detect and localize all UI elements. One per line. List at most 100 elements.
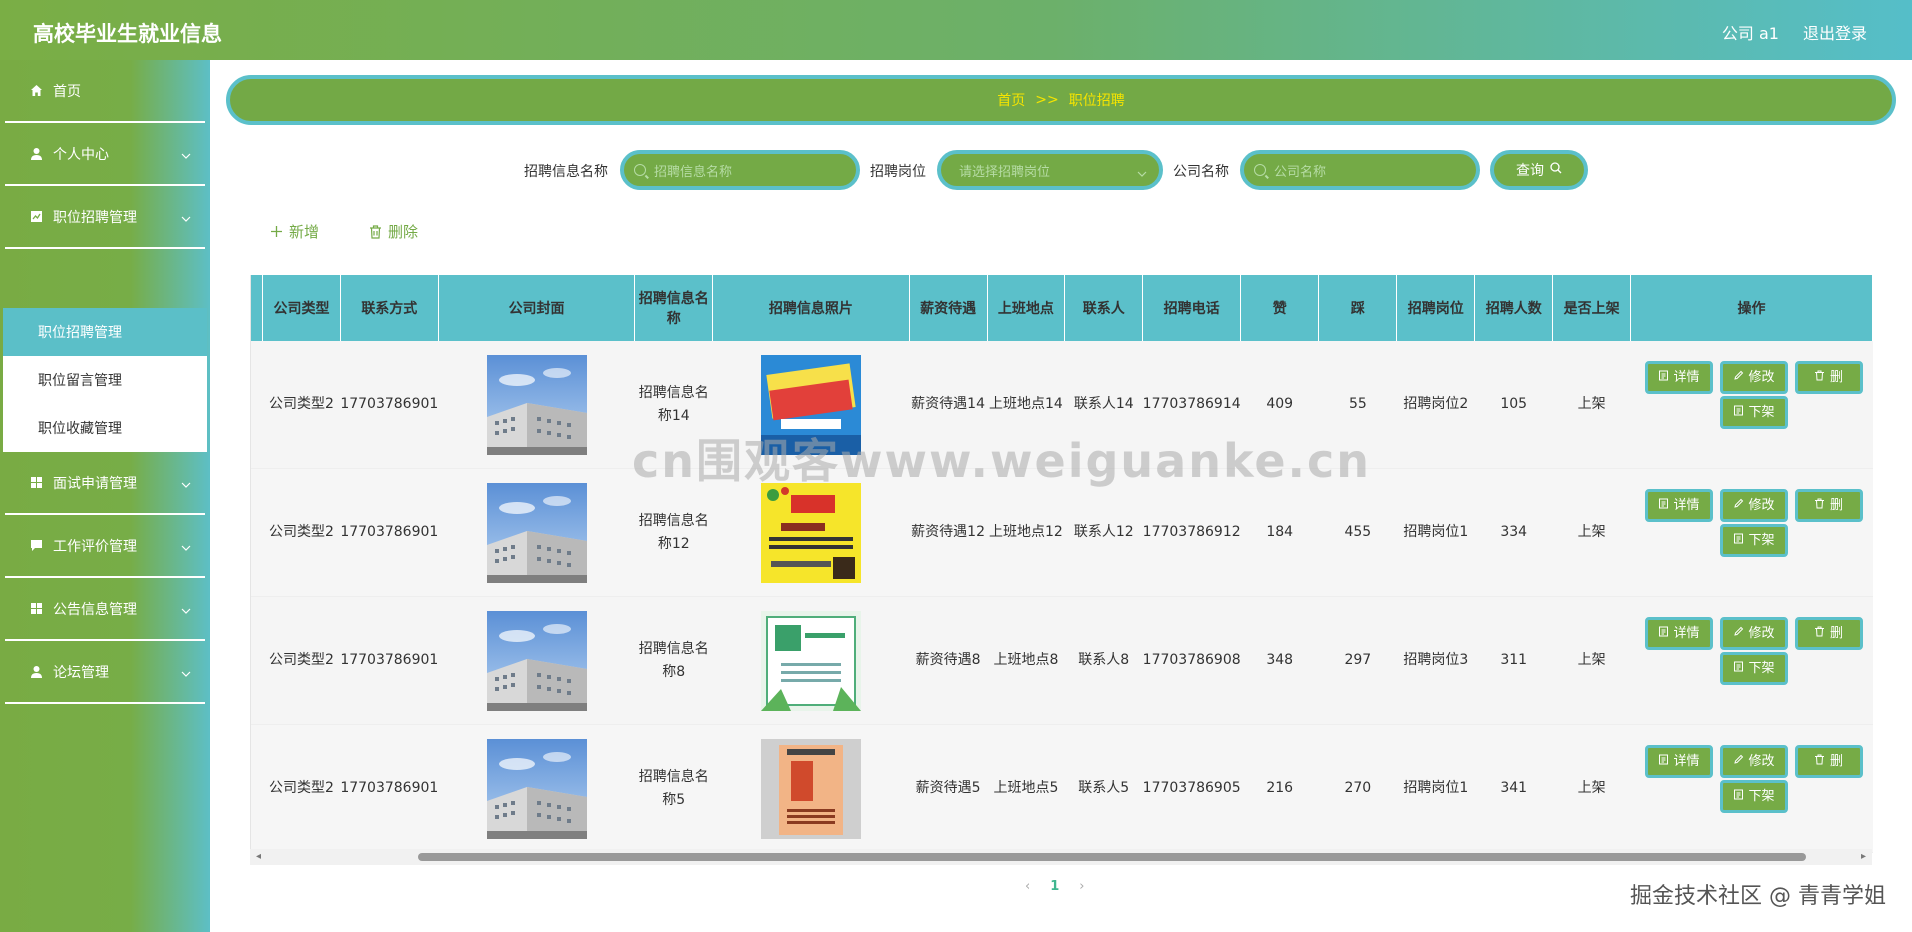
- company-name-input[interactable]: 公司名称: [1240, 150, 1480, 190]
- edit-button[interactable]: 修改: [1719, 745, 1788, 778]
- submenu-item-job-favorite[interactable]: 职位收藏管理: [3, 404, 207, 452]
- next-page-icon[interactable]: ›: [1079, 879, 1084, 894]
- chevron-down-icon: [181, 665, 191, 681]
- query-button[interactable]: 查询: [1490, 150, 1588, 190]
- data-table-container: 公司类型 联系方式 公司封面 招聘信息名称 招聘信息照片 薪资待遇 上班地点 联…: [250, 275, 1873, 865]
- sidebar-item-evaluation[interactable]: 工作评价管理: [5, 515, 205, 578]
- trash-icon: [369, 224, 382, 239]
- offshelf-button[interactable]: 下架: [1719, 524, 1788, 557]
- doc-icon: [1658, 750, 1669, 773]
- header-cell: 联系方式: [340, 275, 439, 341]
- cell-contact: 17703786901: [340, 724, 439, 853]
- job-post-select[interactable]: 请选择招聘岗位: [937, 150, 1163, 190]
- op-button-label: 详情: [1673, 498, 1700, 513]
- detail-button[interactable]: 详情: [1644, 361, 1713, 394]
- header-cell: 赞: [1240, 275, 1320, 341]
- sidebar-item-notice[interactable]: 公告信息管理: [5, 578, 205, 641]
- detail-button[interactable]: 详情: [1644, 617, 1713, 650]
- add-button[interactable]: 新增: [270, 221, 319, 242]
- scroll-right-icon[interactable]: ▸: [1861, 851, 1866, 862]
- search-form: 招聘信息名称 招聘信息名称 招聘岗位 请选择招聘岗位 公司名称 公司名称 查询: [0, 150, 1912, 190]
- cell-post: 招聘岗位1: [1396, 468, 1475, 597]
- top-header: 高校毕业生就业信息 公司 a1 退出登录: [0, 0, 1912, 60]
- edit-button[interactable]: 修改: [1719, 617, 1788, 650]
- horizontal-scrollbar[interactable]: ◂ ▸: [250, 849, 1872, 865]
- job-name-placeholder: 招聘信息名称: [654, 164, 733, 180]
- plus-icon: [270, 225, 283, 238]
- sidebar-item-job-recruit[interactable]: 职位招聘管理: [5, 186, 205, 249]
- current-page[interactable]: 1: [1050, 879, 1059, 894]
- sidebar-item-label: 首页: [53, 83, 81, 100]
- row-delete-button[interactable]: 删: [1794, 617, 1863, 650]
- cell-contact-person: 联系人5: [1064, 724, 1143, 853]
- chevron-down-icon: [181, 602, 191, 618]
- sidebar-item-interview[interactable]: 面试申请管理: [5, 452, 205, 515]
- search-icon: [1550, 162, 1562, 178]
- header-cell: 招聘信息名称: [634, 275, 714, 341]
- header-cell: 公司类型: [262, 275, 341, 341]
- chevron-down-icon: [181, 210, 191, 226]
- cell-operations: 详情 修改 删下架: [1630, 341, 1873, 469]
- pencil-icon: [1733, 366, 1744, 389]
- detail-button[interactable]: 详情: [1644, 745, 1713, 778]
- cell-place: 上班地点8: [987, 596, 1065, 725]
- op-button-label: 修改: [1748, 754, 1775, 769]
- scroll-left-icon[interactable]: ◂: [256, 851, 261, 862]
- prev-page-icon[interactable]: ‹: [1025, 879, 1030, 894]
- submenu-item-job-manage[interactable]: 职位招聘管理: [3, 308, 207, 356]
- row-delete-button[interactable]: 删: [1794, 745, 1863, 778]
- credit-text: 掘金技术社区 @ 青青学姐: [1630, 884, 1886, 909]
- op-button-label: 详情: [1673, 370, 1700, 385]
- row-delete-button[interactable]: 删: [1794, 361, 1863, 394]
- edit-button[interactable]: 修改: [1719, 489, 1788, 522]
- cell-dislike: 297: [1318, 596, 1397, 725]
- cell-job-photo: [712, 724, 910, 853]
- op-button-label: 下架: [1748, 789, 1775, 804]
- sidebar-item-home[interactable]: 首页: [5, 60, 205, 123]
- chat-icon: [29, 539, 43, 553]
- table-actions: 新增 删除: [270, 221, 418, 242]
- header-cell: 踩: [1318, 275, 1398, 341]
- cell-post: 招聘岗位2: [1396, 341, 1475, 469]
- breadcrumb-current: 职位招聘: [1068, 93, 1125, 109]
- op-button-label: 删: [1830, 498, 1844, 513]
- offshelf-button[interactable]: 下架: [1719, 780, 1788, 813]
- grid-icon: [29, 602, 43, 616]
- header-cell: 操作: [1630, 275, 1873, 341]
- breadcrumb-home[interactable]: 首页: [997, 90, 1025, 110]
- job-post-label: 招聘岗位: [870, 164, 926, 180]
- detail-button[interactable]: 详情: [1644, 489, 1713, 522]
- company-cover-image: [486, 738, 587, 839]
- sidebar-item-forum[interactable]: 论坛管理: [5, 641, 205, 704]
- doc-icon: [1658, 622, 1669, 645]
- offshelf-button[interactable]: 下架: [1719, 396, 1788, 429]
- delete-button[interactable]: 删除: [369, 221, 418, 242]
- scrollbar-thumb[interactable]: [418, 853, 1806, 861]
- header-cell: 招聘人数: [1474, 275, 1554, 341]
- edit-button[interactable]: 修改: [1719, 361, 1788, 394]
- cell-count: 341: [1474, 724, 1553, 853]
- logout-link[interactable]: 退出登录: [1803, 20, 1867, 44]
- home-icon: [29, 84, 43, 98]
- op-button-label: 修改: [1748, 370, 1775, 385]
- cell-post: 招聘岗位3: [1396, 596, 1475, 725]
- current-user[interactable]: 公司 a1: [1722, 20, 1779, 44]
- recruit-photo: [760, 610, 861, 711]
- op-button-label: 下架: [1748, 405, 1775, 420]
- chevron-down-icon: [181, 476, 191, 492]
- cell-count: 334: [1474, 468, 1553, 597]
- company-cover-image: [486, 482, 587, 583]
- grid-icon: [29, 476, 43, 490]
- row-delete-button[interactable]: 删: [1794, 489, 1863, 522]
- offshelf-button[interactable]: 下架: [1719, 652, 1788, 685]
- table-row: 公司类型2 17703786901 招聘信息名称8 薪资待遇8 上班地点8 联系人8 1…: [251, 596, 1873, 725]
- cell-dislike: 270: [1318, 724, 1397, 853]
- op-button-label: 删: [1830, 626, 1844, 641]
- submenu-item-job-message[interactable]: 职位留言管理: [3, 356, 207, 404]
- cell-operations: 详情 修改 删下架: [1630, 724, 1873, 853]
- cell-contact: 17703786901: [340, 341, 439, 469]
- watermark: cn围观客www.weiguanke.cn: [632, 434, 1372, 488]
- cell-contact-person: 联系人8: [1064, 596, 1143, 725]
- job-name-input[interactable]: 招聘信息名称: [620, 150, 860, 190]
- cell-count: 105: [1474, 341, 1553, 469]
